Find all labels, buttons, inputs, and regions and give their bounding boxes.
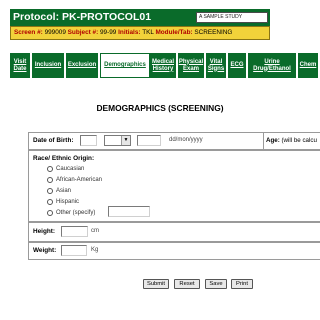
tab-exclusion[interactable]: Exclusion: [66, 53, 100, 78]
weight-unit: Kg: [91, 247, 99, 253]
age-label: Age:: [266, 137, 280, 144]
weight-label: Weight:: [33, 247, 57, 254]
race-option-other[interactable]: Other (specify): [47, 208, 95, 217]
dob-label: Date of Birth:: [33, 137, 74, 144]
age-hint: (will be calcu: [281, 137, 317, 144]
dob-row: Date of Birth: ▼ dd/mon/yyyy Age: (will …: [28, 132, 320, 150]
tab-inclusion[interactable]: Inclusion: [32, 53, 66, 78]
weight-input[interactable]: [61, 245, 87, 256]
dob-day-input[interactable]: [80, 135, 97, 146]
sample-study-badge: A SAMPLE STUDY: [196, 12, 268, 23]
dob-year-input[interactable]: [137, 135, 161, 146]
height-unit: cm: [91, 228, 99, 234]
module-tab-value: SCREENING: [194, 29, 233, 36]
screen-number-value: 999009: [44, 29, 66, 36]
protocol-header: Protocol: PK-PROTOCOL01 A SAMPLE STUDY: [10, 9, 270, 26]
screen-number-label: Screen #:: [14, 29, 43, 36]
tab-urine-drug-ethanol[interactable]: Urine Drug/Ethanol: [248, 53, 298, 78]
radio-button[interactable]: [47, 187, 53, 194]
subject-number-label: Subject #:: [67, 29, 99, 36]
tab-medical-history[interactable]: Medical History: [150, 53, 178, 78]
save-button[interactable]: Save: [205, 279, 227, 289]
initials-value: TKL: [142, 29, 154, 36]
tab-ecg[interactable]: ECG: [228, 53, 248, 78]
race-option-caucasian[interactable]: Caucasian: [47, 164, 84, 173]
height-input[interactable]: [61, 226, 88, 237]
race-other-specify-input[interactable]: [108, 206, 150, 217]
initials-label: Initials:: [118, 29, 141, 36]
tab-chem[interactable]: Chem: [298, 53, 320, 78]
race-option-hispanic[interactable]: Hispanic: [47, 197, 79, 206]
radio-button[interactable]: [47, 176, 53, 183]
radio-button[interactable]: [47, 198, 53, 205]
chevron-down-icon: ▼: [121, 136, 130, 145]
race-option-asian[interactable]: Asian: [47, 186, 71, 195]
height-row: Height: cm: [28, 222, 320, 242]
race-row: Race/ Ethnic Origin: Caucasian African-A…: [28, 150, 320, 222]
race-option-label: Caucasian: [56, 165, 85, 172]
tab-demographics[interactable]: Demographics: [100, 53, 150, 78]
race-option-label: Other (specify): [56, 209, 96, 216]
race-option-label: African-American: [56, 176, 103, 183]
subject-number-value: 99-99: [100, 29, 117, 36]
dob-format-hint: dd/mon/yyyy: [169, 137, 203, 143]
protocol-title: Protocol: PK-PROTOCOL01: [13, 11, 152, 23]
tab-physical-exam[interactable]: Physical Exam: [178, 53, 206, 78]
height-label: Height:: [33, 228, 56, 235]
reset-button[interactable]: Reset: [174, 279, 200, 289]
age-field: Age: (will be calcu: [263, 133, 317, 149]
module-tab-bar: Visit Date Inclusion Exclusion Demograph…: [10, 53, 320, 78]
weight-row: Weight: Kg: [28, 242, 320, 260]
race-option-label: Asian: [56, 187, 72, 194]
radio-button[interactable]: [47, 209, 53, 216]
radio-button[interactable]: [47, 165, 53, 172]
subject-info-bar: Screen #: 999009 Subject #: 99-99 Initia…: [10, 26, 270, 40]
tab-vital-signs[interactable]: Vital Signs: [206, 53, 228, 78]
print-button[interactable]: Print: [231, 279, 253, 289]
race-label: Race/ Ethnic Origin:: [33, 155, 95, 162]
dob-month-select[interactable]: ▼: [104, 135, 131, 146]
tab-visit-date[interactable]: Visit Date: [10, 53, 32, 78]
page-title: DEMOGRAPHICS (SCREENING): [96, 103, 224, 113]
race-option-label: Hispanic: [56, 198, 80, 205]
submit-button[interactable]: Submit: [143, 279, 169, 289]
module-tab-label: Module/Tab:: [155, 29, 193, 36]
race-option-african-american[interactable]: African-American: [47, 175, 102, 184]
